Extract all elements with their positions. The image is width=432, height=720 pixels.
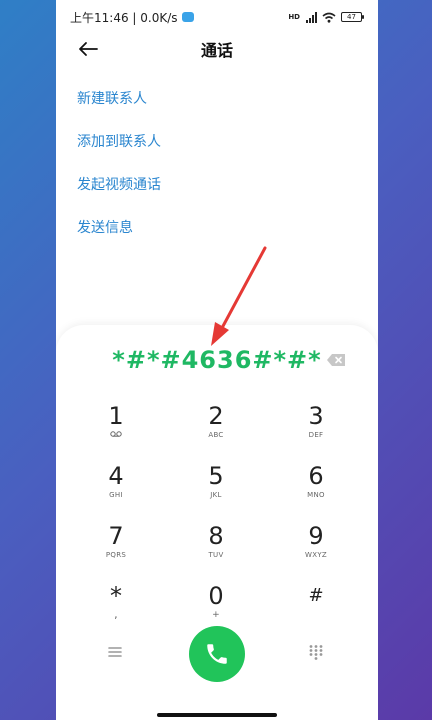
key-digit: 7 [108, 522, 124, 550]
key-2[interactable]: 2 ABC [166, 400, 266, 460]
option-add-to-contact[interactable]: 添加到联系人 [77, 128, 337, 156]
key-6[interactable]: 6 MNO [266, 460, 366, 520]
cloud-icon [181, 12, 194, 22]
key-letters: TUV [208, 551, 224, 559]
key-9[interactable]: 9 WXYZ [266, 520, 366, 580]
backspace-icon[interactable] [326, 353, 346, 367]
header: 通话 [56, 34, 378, 64]
phone-icon [207, 644, 227, 664]
status-left: 上午11:46 | 0.0K/s [70, 9, 194, 26]
option-send-message[interactable]: 发送信息 [77, 214, 337, 242]
status-right: HD 47 [288, 11, 364, 23]
key-digit: 4 [108, 462, 124, 490]
key-letters: DEF [308, 431, 324, 439]
signal-icon [306, 11, 317, 23]
menu-icon[interactable] [107, 645, 123, 659]
battery-icon: 47 [341, 12, 364, 22]
key-letters: MNO [307, 491, 325, 499]
key-7[interactable]: 7 PQRS [66, 520, 166, 580]
key-letters: , [114, 608, 118, 621]
dialpad-panel: *#*#4636#*#* 1 2 ABC 3 DEF 4 GHI 5 JKL 6… [56, 325, 378, 720]
dialpad-icon[interactable] [308, 644, 324, 660]
key-letters: PQRS [105, 551, 127, 559]
key-digit: 8 [208, 522, 224, 550]
key-1[interactable]: 1 [66, 400, 166, 460]
home-indicator[interactable] [157, 713, 277, 717]
key-letters: + [212, 610, 220, 620]
key-digit: 9 [308, 522, 324, 550]
key-digit: 5 [208, 462, 224, 490]
key-digit: 0 [208, 582, 224, 610]
key-digit: # [308, 585, 324, 606]
option-video-call[interactable]: 发起视频通话 [77, 171, 337, 199]
hd-badge: HD [288, 12, 300, 21]
key-digit: 2 [208, 402, 224, 430]
key-letters: WXYZ [305, 551, 327, 559]
back-button[interactable] [76, 37, 100, 61]
key-letters: JKL [210, 491, 222, 499]
key-8[interactable]: 8 TUV [166, 520, 266, 580]
status-bar: 上午11:46 | 0.0K/s HD 47 [56, 0, 378, 34]
key-digit: 6 [308, 462, 324, 490]
key-digit: 1 [108, 402, 124, 430]
status-time-speed: 上午11:46 | 0.0K/s [70, 10, 178, 25]
call-options-list: 新建联系人 添加到联系人 发起视频通话 发送信息 [77, 85, 337, 257]
dial-keypad: 1 2 ABC 3 DEF 4 GHI 5 JKL 6 MNO 7 PQRS 8… [66, 400, 366, 640]
phone-screen: 上午11:46 | 0.0K/s HD 47 通话 新建联系人 添加到联系人 发… [56, 0, 378, 720]
option-new-contact[interactable]: 新建联系人 [77, 85, 337, 113]
voicemail-icon [110, 431, 122, 437]
dialer-actions [56, 625, 378, 682]
wifi-icon [322, 12, 336, 23]
key-4[interactable]: 4 GHI [66, 460, 166, 520]
call-button[interactable] [189, 626, 245, 682]
key-5[interactable]: 5 JKL [166, 460, 266, 520]
key-digit: 3 [308, 402, 324, 430]
arrow-left-icon [79, 42, 98, 56]
key-3[interactable]: 3 DEF [266, 400, 366, 460]
key-letters: GHI [109, 491, 123, 499]
key-letters: ABC [208, 431, 224, 439]
key-digit: * [110, 582, 122, 610]
page-title: 通话 [200, 41, 233, 60]
